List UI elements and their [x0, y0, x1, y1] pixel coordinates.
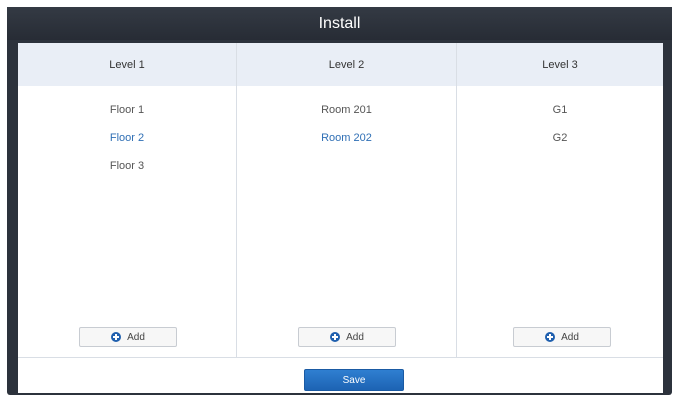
- column-header-level-1: Level 1: [18, 43, 236, 86]
- plus-circle-icon: [545, 332, 556, 342]
- list-item-g1[interactable]: G1: [457, 96, 663, 124]
- column-level-3: Level 3 G1 G2 Add: [457, 43, 663, 357]
- column-level-2: Level 2 Room 201 Room 202 Add: [237, 43, 457, 357]
- add-level-3-button[interactable]: Add: [513, 327, 611, 347]
- column-header-level-2: Level 2: [237, 43, 456, 86]
- column-level-1: Level 1 Floor 1 Floor 2 Floor 3 Add: [18, 43, 237, 357]
- level-3-list: G1 G2: [457, 86, 663, 152]
- add-button-label: Add: [127, 331, 145, 343]
- add-button-label: Add: [561, 331, 579, 343]
- list-item-floor-1[interactable]: Floor 1: [18, 96, 236, 124]
- title-bar: Install: [7, 7, 672, 40]
- level-1-list: Floor 1 Floor 2 Floor 3: [18, 86, 236, 180]
- column-header-level-3: Level 3: [457, 43, 663, 86]
- footer-bar: Save: [18, 357, 663, 393]
- list-item-floor-3[interactable]: Floor 3: [18, 152, 236, 180]
- window-title: Install: [318, 14, 361, 32]
- add-level-2-button[interactable]: Add: [298, 327, 396, 347]
- plus-circle-icon: [330, 332, 341, 342]
- list-item-floor-2[interactable]: Floor 2: [18, 124, 236, 152]
- add-button-label: Add: [346, 331, 364, 343]
- add-level-1-button[interactable]: Add: [79, 327, 177, 347]
- level-columns: Level 1 Floor 1 Floor 2 Floor 3 Add Leve…: [18, 43, 663, 357]
- save-button[interactable]: Save: [304, 369, 404, 391]
- list-item-room-201[interactable]: Room 201: [237, 96, 456, 124]
- install-window: Install Level 1 Floor 1 Floor 2 Floor 3 …: [7, 7, 672, 395]
- list-item-g2[interactable]: G2: [457, 124, 663, 152]
- plus-circle-icon: [111, 332, 122, 342]
- content-panel: Level 1 Floor 1 Floor 2 Floor 3 Add Leve…: [18, 43, 663, 393]
- list-item-room-202[interactable]: Room 202: [237, 124, 456, 152]
- level-2-list: Room 201 Room 202: [237, 86, 456, 152]
